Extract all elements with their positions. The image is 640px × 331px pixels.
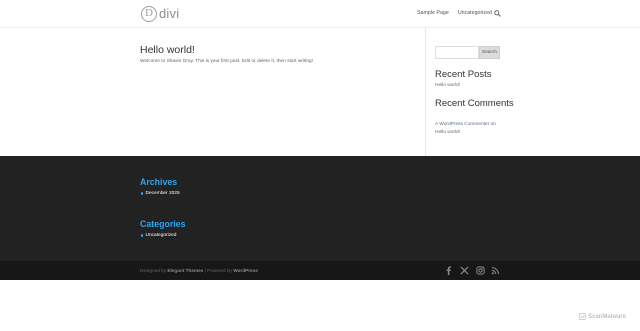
elegant-themes-link[interactable]: Elegant Themes [167, 268, 203, 273]
categories-item-label: Uncategorized [145, 233, 177, 238]
post-title[interactable]: Hello world! [140, 44, 195, 56]
recent-comment-author[interactable]: A WordPress Commenter on [435, 122, 496, 127]
footer-credits: Designed by Elegant Themes | Powered by … [140, 268, 258, 273]
archives-title: Archives [140, 177, 178, 187]
post-excerpt: Welcome to Shawn Gray. This is your firs… [140, 59, 314, 64]
logo-text: divi [159, 6, 180, 21]
categories-title: Categories [140, 219, 186, 229]
rss-icon[interactable] [491, 266, 500, 275]
categories-item[interactable]: Uncategorized [140, 233, 176, 238]
main-content: Hello world! Welcome to Shawn Gray. This… [0, 27, 640, 156]
designed-by-text: Designed by [140, 268, 167, 273]
site-header: D divi Sample Page Uncategorized [0, 0, 640, 27]
archives-item[interactable]: December 2025 [140, 191, 180, 196]
recent-posts-title: Recent Posts [435, 69, 492, 80]
site-logo[interactable]: D divi [141, 5, 179, 22]
search-button[interactable]: Search [479, 46, 500, 59]
search-icon[interactable] [494, 10, 501, 17]
scanmalware-logo-icon [579, 313, 586, 320]
bullet-icon [140, 234, 143, 237]
x-icon[interactable] [460, 266, 469, 275]
search-input[interactable] [435, 46, 479, 59]
wordpress-link[interactable]: WordPress [233, 268, 258, 273]
recent-comment-post-link[interactable]: Hello world! [435, 130, 460, 135]
facebook-icon[interactable] [444, 266, 453, 275]
footer-widgets: Archives December 2025 Categories Uncate… [0, 156, 640, 261]
powered-by-text: | Powered by [203, 268, 232, 273]
recent-comments-title: Recent Comments [435, 98, 514, 109]
scanmalware-watermark: ScanMalware [579, 313, 626, 320]
footer-bottom-bar: Designed by Elegant Themes | Powered by … [0, 261, 640, 280]
instagram-icon[interactable] [476, 266, 485, 275]
logo-mark: D [141, 5, 157, 22]
sidebar-divider [425, 27, 426, 156]
main-nav: Sample Page Uncategorized [417, 10, 492, 16]
nav-item-sample-page[interactable]: Sample Page [417, 10, 449, 16]
nav-item-uncategorized[interactable]: Uncategorized [458, 10, 492, 16]
watermark-text: ScanMalware [588, 313, 627, 320]
bullet-icon [140, 192, 143, 195]
recent-post-link[interactable]: Hello world! [435, 83, 460, 88]
archives-item-label: December 2025 [145, 191, 180, 196]
